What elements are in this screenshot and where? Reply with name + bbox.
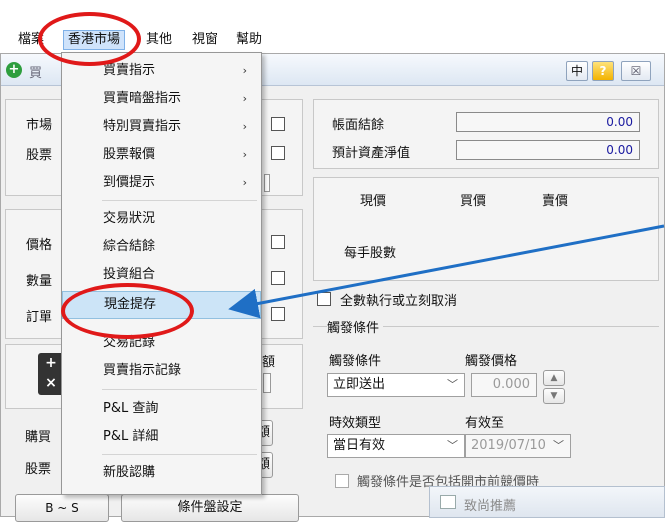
pointer-arrow-icon <box>228 224 665 319</box>
